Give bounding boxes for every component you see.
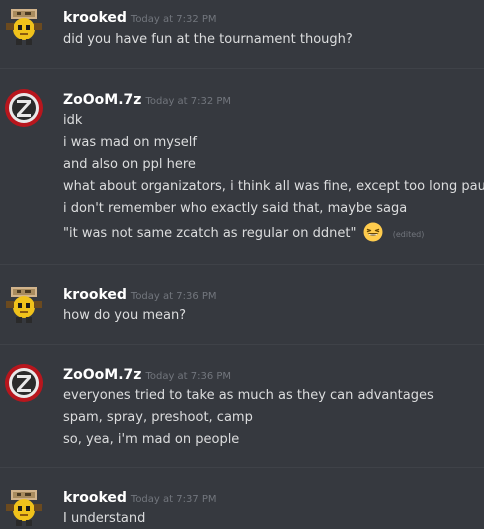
timestamp: Today at 7:36 PM (130, 291, 217, 302)
message-text: what about organizators, i think all was… (63, 179, 484, 194)
message-header: krooked Today at 7:32 PM (63, 7, 217, 27)
message-text: I understand (63, 511, 146, 526)
message-text: did you have fun at the tournament thoug… (63, 32, 353, 47)
timestamp: Today at 7:37 PM (130, 494, 217, 505)
message-divider (0, 68, 484, 69)
message-text: i was mad on myself (63, 135, 197, 150)
pixel-hero-avatar-icon[interactable] (4, 7, 44, 47)
edited-label: (edited) (392, 230, 425, 239)
pixel-hero-avatar-icon[interactable] (4, 285, 44, 325)
username[interactable]: ZoOoM.7z (63, 367, 141, 383)
message-text: i don't remember who exactly said that, … (63, 201, 408, 216)
message-text: spam, spray, preshoot, camp (63, 410, 253, 425)
message-text: how do you mean? (63, 308, 187, 323)
message-header: krooked Today at 7:37 PM (63, 487, 217, 507)
username[interactable]: ZoOoM.7z (63, 92, 141, 108)
message-divider (0, 344, 484, 345)
grinning-squint-emoji-icon (363, 222, 383, 242)
z-logo-avatar-icon[interactable] (4, 88, 44, 128)
z-logo-avatar-icon[interactable] (4, 363, 44, 403)
timestamp: Today at 7:36 PM (145, 371, 232, 382)
message-text: everyones tried to take as much as they … (63, 388, 434, 403)
timestamp: Today at 7:32 PM (145, 96, 232, 107)
message-text: "it was not same zcatch as regular on dd… (63, 226, 357, 241)
pixel-hero-avatar-icon[interactable] (4, 488, 44, 528)
message-divider (0, 467, 484, 468)
message-header: ZoOoM.7z Today at 7:32 PM (63, 89, 231, 109)
username[interactable]: krooked (63, 287, 127, 303)
timestamp: Today at 7:32 PM (130, 14, 217, 25)
username[interactable]: krooked (63, 490, 127, 506)
message-header: ZoOoM.7z Today at 7:36 PM (63, 364, 231, 384)
username[interactable]: krooked (63, 10, 127, 26)
message-text: so, yea, i'm mad on people (63, 432, 240, 447)
message-header: krooked Today at 7:36 PM (63, 284, 217, 304)
chat-message-list: krooked Today at 7:32 PM did you have fun… (0, 0, 484, 529)
message-text: idk (63, 113, 83, 128)
message-line-with-emoji: "it was not same zcatch as regular on dd… (63, 222, 424, 244)
message-text: and also on ppl here (63, 157, 196, 172)
message-divider (0, 264, 484, 265)
